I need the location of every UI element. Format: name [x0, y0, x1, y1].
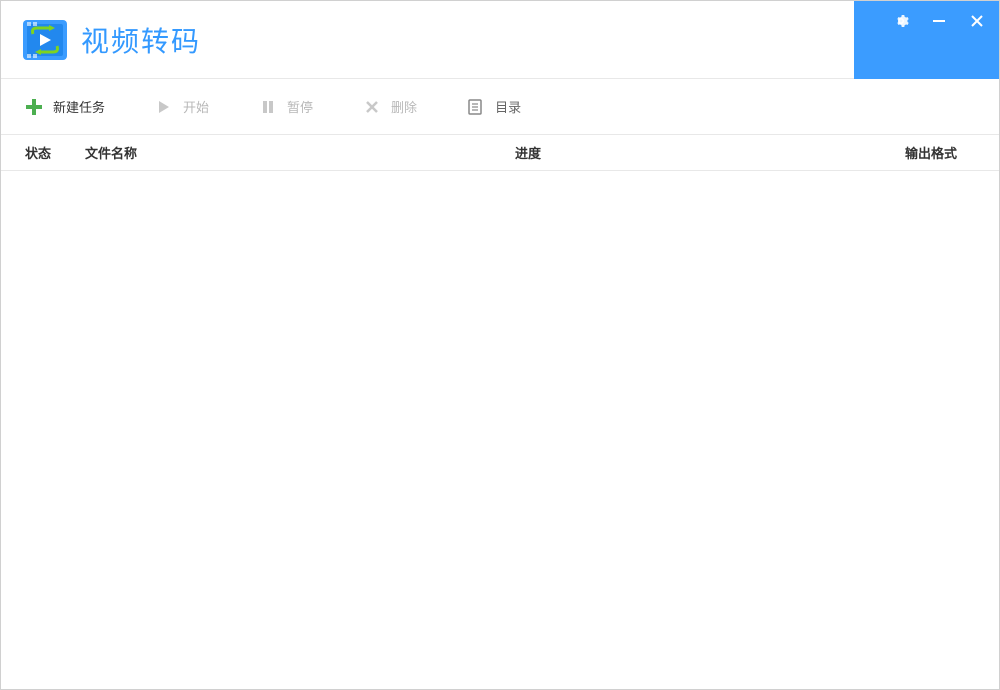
new-task-button[interactable]: 新建任务 — [25, 97, 105, 116]
minimize-button[interactable] — [929, 11, 949, 31]
start-label: 开始 — [183, 97, 209, 116]
delete-icon — [363, 98, 381, 116]
pause-label: 暂停 — [287, 97, 313, 116]
settings-button[interactable] — [891, 11, 911, 31]
play-icon — [155, 98, 173, 116]
column-header-progress: 进度 — [515, 143, 905, 162]
column-header-output-format: 输出格式 — [905, 143, 975, 162]
app-logo-icon — [21, 16, 69, 64]
toolbar: 新建任务 开始 暂停 删除 — [1, 79, 999, 135]
new-task-label: 新建任务 — [53, 97, 105, 116]
close-icon — [970, 14, 984, 28]
delete-button[interactable]: 删除 — [363, 97, 417, 116]
table-header: 状态 文件名称 进度 输出格式 — [1, 135, 999, 171]
column-header-status: 状态 — [25, 143, 85, 162]
plus-icon — [25, 98, 43, 116]
column-header-filename: 文件名称 — [85, 143, 515, 162]
minimize-icon — [932, 14, 946, 28]
delete-label: 删除 — [391, 97, 417, 116]
pause-icon — [259, 98, 277, 116]
pause-button[interactable]: 暂停 — [259, 97, 313, 116]
directory-label: 目录 — [495, 97, 521, 116]
window-controls — [854, 1, 999, 79]
start-button[interactable]: 开始 — [155, 97, 209, 116]
folder-icon — [467, 98, 485, 116]
close-button[interactable] — [967, 11, 987, 31]
directory-button[interactable]: 目录 — [467, 97, 521, 116]
title-bar: 视频转码 — [1, 1, 999, 79]
title-left: 视频转码 — [1, 16, 201, 64]
app-title: 视频转码 — [81, 20, 201, 60]
gear-icon — [893, 13, 909, 29]
